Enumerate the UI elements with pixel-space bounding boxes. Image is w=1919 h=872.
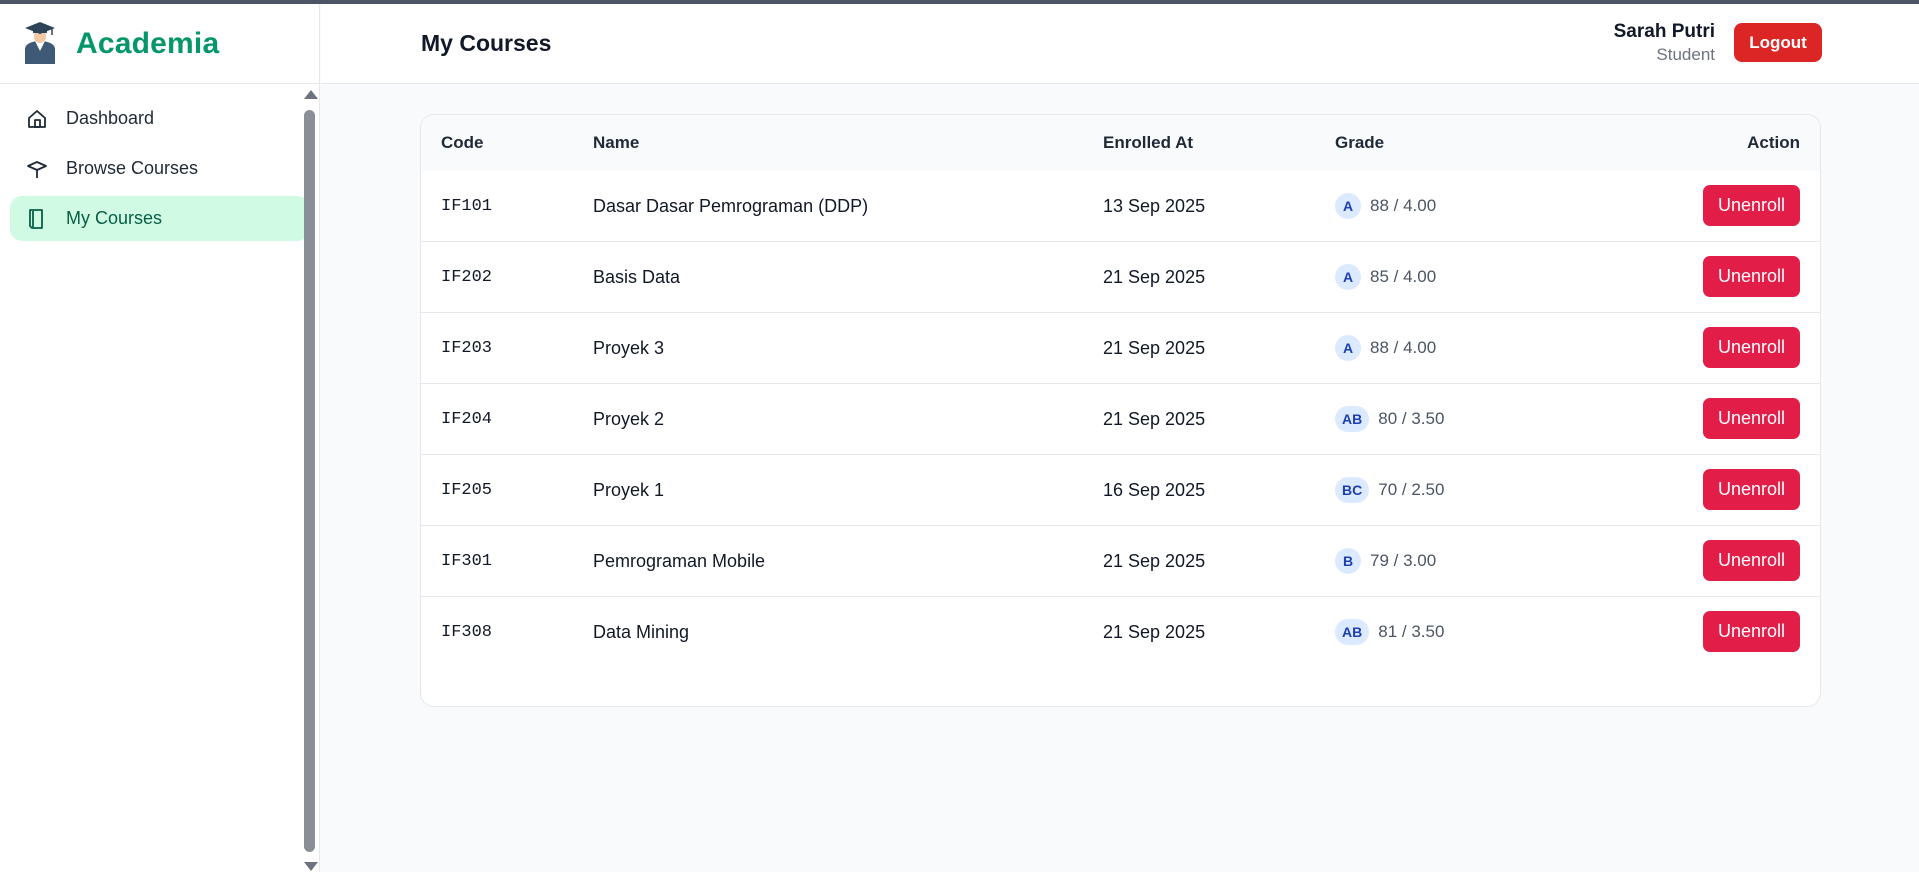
course-code: IF308 (441, 623, 493, 642)
logout-button[interactable]: Logout (1734, 23, 1822, 62)
course-code: IF203 (441, 339, 493, 358)
sidebar-item-browse-courses[interactable]: Browse Courses (10, 146, 309, 191)
enrolled-date: 21 Sep 2025 (1103, 551, 1206, 571)
book-icon (26, 208, 48, 230)
column-header-enrolled-at: Enrolled At (1103, 133, 1194, 152)
course-name: Basis Data (593, 267, 681, 287)
grade-badge: A (1335, 193, 1361, 219)
table-row: IF203 Proyek 3 21 Sep 2025 A 88 / 4.00 U… (421, 313, 1820, 384)
table-row: IF202 Basis Data 21 Sep 2025 A 85 / 4.00… (421, 242, 1820, 313)
course-code: IF301 (441, 552, 493, 571)
enrolled-date: 21 Sep 2025 (1103, 338, 1206, 358)
scrollbar-thumb[interactable] (304, 110, 315, 852)
sidebar-scrollbar[interactable] (301, 90, 318, 872)
course-code: IF202 (441, 268, 493, 287)
course-code: IF204 (441, 410, 493, 429)
brand[interactable]: Academia (0, 4, 319, 84)
enrolled-date: 21 Sep 2025 (1103, 622, 1206, 642)
course-name: Pemrograman Mobile (593, 551, 766, 571)
unenroll-button[interactable]: Unenroll (1703, 611, 1800, 652)
course-code: IF101 (441, 197, 493, 216)
column-header-grade: Grade (1335, 133, 1385, 152)
course-name: Proyek 1 (593, 480, 665, 500)
enrolled-date: 21 Sep 2025 (1103, 267, 1206, 287)
table-header: Code Name Enrolled At Grade Action (421, 115, 1820, 171)
graduate-avatar-icon (22, 21, 58, 66)
grade-score: 79 / 3.00 (1370, 551, 1437, 570)
enrolled-date: 13 Sep 2025 (1103, 196, 1206, 216)
grade-cell: AB 80 / 3.50 (1335, 406, 1444, 432)
table-row: IF204 Proyek 2 21 Sep 2025 AB 80 / 3.50 … (421, 384, 1820, 455)
sidebar-item-dashboard[interactable]: Dashboard (10, 96, 309, 141)
course-name: Proyek 2 (593, 409, 665, 429)
grade-cell: A 85 / 4.00 (1335, 264, 1436, 290)
scroll-down-arrow-icon[interactable] (304, 862, 318, 871)
home-icon (26, 108, 48, 130)
grade-cell: AB 81 / 3.50 (1335, 619, 1444, 645)
sidebar-nav: Dashboard Browse Courses My Courses (0, 84, 319, 241)
grade-badge: AB (1335, 406, 1370, 432)
grade-badge: A (1335, 264, 1361, 290)
sidebar-item-label: Dashboard (66, 108, 155, 128)
grade-score: 80 / 3.50 (1378, 409, 1445, 428)
sidebar-item-label: My Courses (66, 208, 163, 228)
grade-score: 70 / 2.50 (1378, 480, 1445, 499)
unenroll-button[interactable]: Unenroll (1703, 256, 1800, 297)
user-role: Student (1656, 45, 1715, 64)
grade-score: 88 / 4.00 (1370, 338, 1437, 357)
table-row: IF101 Dasar Dasar Pemrograman (DDP) 13 S… (421, 171, 1820, 242)
unenroll-button[interactable]: Unenroll (1703, 469, 1800, 510)
course-code: IF205 (441, 481, 493, 500)
unenroll-button[interactable]: Unenroll (1703, 185, 1800, 226)
column-header-name: Name (593, 133, 640, 152)
user-info: Sarah Putri Student (1614, 20, 1715, 66)
unenroll-button[interactable]: Unenroll (1703, 540, 1800, 581)
sidebar: Academia Dashboard Browse Courses My Cou… (0, 4, 320, 872)
table-row: IF308 Data Mining 21 Sep 2025 AB 81 / 3.… (421, 597, 1820, 668)
sidebar-item-my-courses[interactable]: My Courses (10, 196, 309, 241)
grade-badge: A (1335, 335, 1361, 361)
table-row: IF301 Pemrograman Mobile 21 Sep 2025 B 7… (421, 526, 1820, 597)
grade-score: 81 / 3.50 (1378, 622, 1445, 641)
grade-cell: BC 70 / 2.50 (1335, 477, 1444, 503)
courses-table-card: Code Name Enrolled At Grade Action IF101… (420, 114, 1821, 707)
unenroll-button[interactable]: Unenroll (1703, 398, 1800, 439)
grade-cell: A 88 / 4.00 (1335, 335, 1436, 361)
column-header-action: Action (1747, 133, 1800, 152)
top-header: My Courses Sarah Putri Student Logout (321, 4, 1919, 84)
sidebar-item-label: Browse Courses (66, 158, 199, 178)
course-name: Proyek 3 (593, 338, 665, 358)
scroll-up-arrow-icon[interactable] (304, 90, 318, 99)
enrolled-date: 16 Sep 2025 (1103, 480, 1206, 500)
grade-cell: B 79 / 3.00 (1335, 548, 1436, 574)
grade-badge: AB (1335, 619, 1370, 645)
course-name: Data Mining (593, 622, 690, 642)
page-title: My Courses (421, 30, 552, 56)
enrolled-date: 21 Sep 2025 (1103, 409, 1206, 429)
table-row: IF205 Proyek 1 16 Sep 2025 BC 70 / 2.50 … (421, 455, 1820, 526)
grade-badge: BC (1335, 477, 1370, 503)
grade-badge: B (1335, 548, 1361, 574)
grade-score: 85 / 4.00 (1370, 267, 1437, 286)
graduation-cap-icon (26, 158, 48, 180)
brand-name: Academia (76, 26, 220, 60)
unenroll-button[interactable]: Unenroll (1703, 327, 1800, 368)
course-name: Dasar Dasar Pemrograman (DDP) (593, 196, 869, 216)
user-name: Sarah Putri (1613, 21, 1715, 42)
grade-cell: A 88 / 4.00 (1335, 193, 1436, 219)
column-header-code: Code (441, 133, 484, 152)
grade-score: 88 / 4.00 (1370, 196, 1437, 215)
